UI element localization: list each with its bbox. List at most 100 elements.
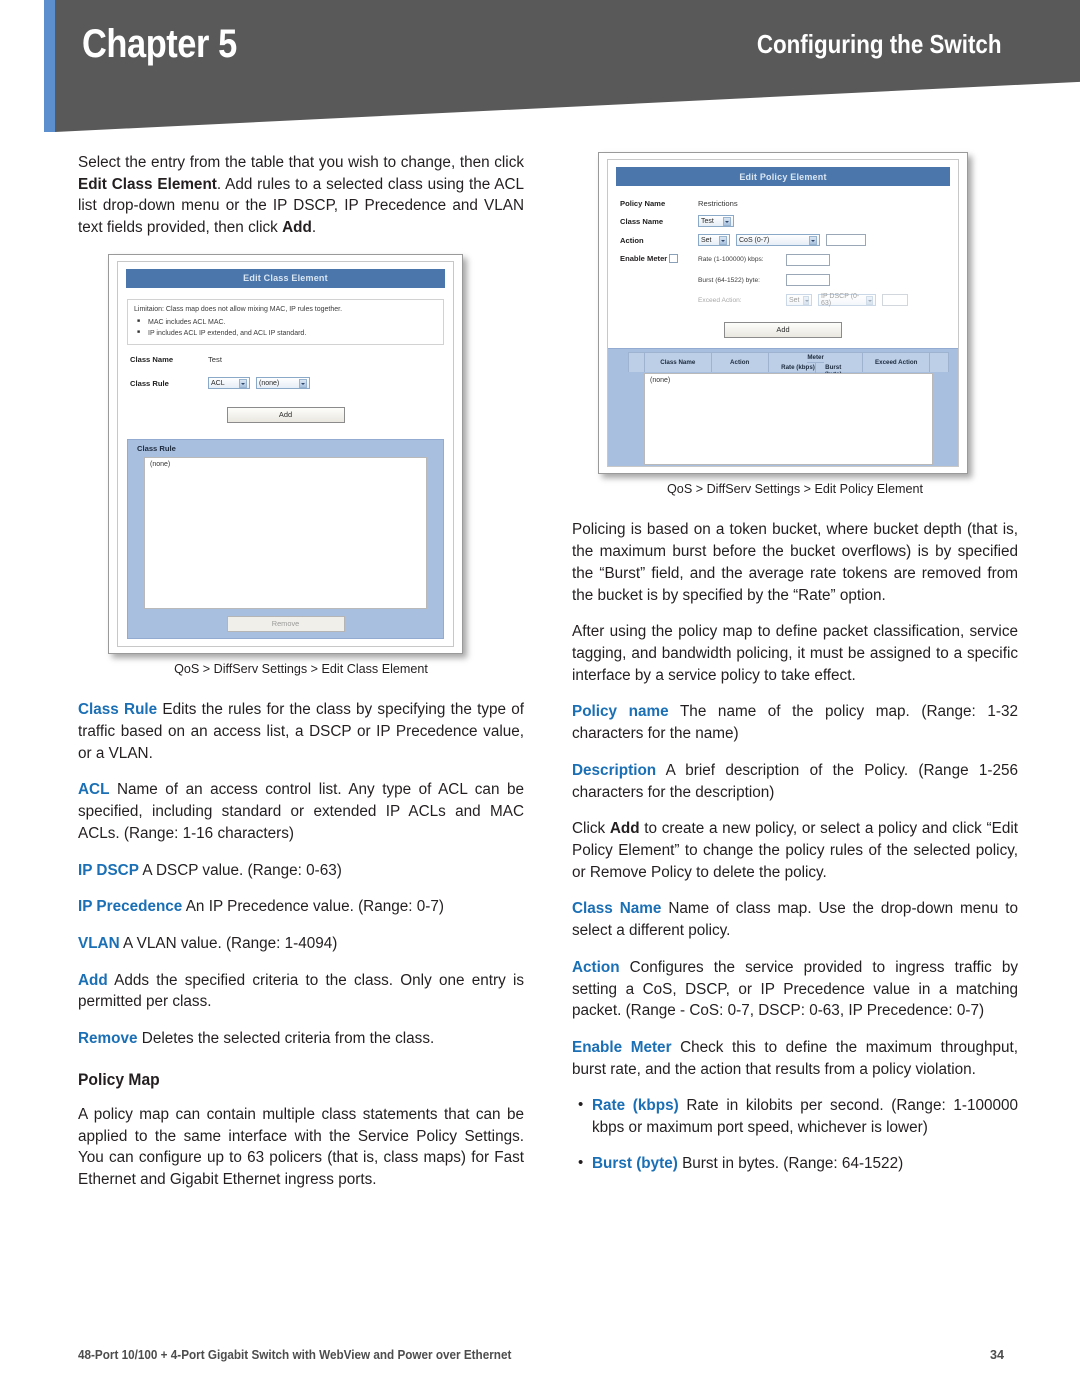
left-column: Select the entry from the table that you… bbox=[78, 152, 524, 1191]
burst-label: Burst (64-1522) byte: bbox=[698, 276, 760, 284]
meter-fields: Rate (1-100000) kbps: Burst (64-1522) by… bbox=[698, 254, 958, 307]
definition-text: A VLAN value. (Range: 1-4094) bbox=[119, 934, 338, 952]
burst-input[interactable] bbox=[786, 274, 830, 286]
policy-table-header-class-name: Class Name bbox=[645, 352, 712, 372]
action-label: Action bbox=[620, 235, 644, 245]
definition-remove: Remove Deletes the selected criteria fro… bbox=[78, 1028, 524, 1050]
definition-text: Adds the specified criteria to the class… bbox=[78, 971, 524, 1011]
action-mode-select[interactable]: Set bbox=[698, 234, 730, 246]
definition-enable-meter: Enable Meter Check this to define the ma… bbox=[572, 1037, 1018, 1080]
class-name-row: Class Name Test bbox=[130, 355, 453, 364]
click-add-text-2: to create a new policy, or select a poli… bbox=[572, 820, 1018, 881]
class-rule-list-item[interactable]: (none) bbox=[150, 461, 170, 468]
policy-remove-wrap: Remove bbox=[608, 464, 958, 468]
definition-term: Class Name bbox=[572, 900, 662, 918]
exceed-mode-value: Set bbox=[789, 296, 800, 304]
policy-table-row[interactable]: (none) bbox=[650, 377, 670, 384]
policy-table-header-spacer bbox=[930, 353, 948, 372]
policy-table-body[interactable]: (none) bbox=[644, 372, 933, 465]
limitation-note-intro: Limitaion: Class map does not allow mixi… bbox=[134, 305, 343, 313]
header-accent-strip bbox=[44, 0, 55, 132]
class-rule-panel: Class Rule (none) Remove bbox=[127, 438, 444, 639]
chevron-down-icon bbox=[299, 378, 307, 388]
policy-class-name-value: Test bbox=[701, 217, 714, 225]
policy-table-header-exceed-action: Exceed Action bbox=[863, 352, 930, 372]
class-rule-row: Class Rule ACL (none) bbox=[130, 377, 453, 390]
limitation-note-item: MAC includes ACL MAC. bbox=[137, 317, 437, 328]
definition-term: Enable Meter bbox=[572, 1039, 672, 1057]
policy-table-header-select bbox=[629, 352, 645, 372]
bullet-burst-byte: Burst (byte) Burst in bytes. (Range: 64-… bbox=[572, 1152, 1018, 1175]
definition-text: An IP Precedence value. (Range: 0-7) bbox=[182, 898, 444, 916]
chevron-down-icon bbox=[865, 295, 873, 305]
remove-button-wrap: Remove bbox=[128, 613, 443, 632]
intro-bold-add: Add bbox=[282, 219, 312, 237]
exceed-mode-select[interactable]: Set bbox=[786, 294, 812, 306]
figure-caption-edit-class-element: QoS > DiffServ Settings > Edit Class Ele… bbox=[174, 661, 428, 676]
definition-term: Class Rule bbox=[78, 701, 158, 719]
class-rule-type-select[interactable]: ACL bbox=[208, 377, 250, 390]
definition-acl: ACL Name of an access control list. Any … bbox=[78, 779, 524, 844]
definition-description: Description A brief description of the P… bbox=[572, 760, 1018, 803]
add-button-wrap: Add bbox=[118, 404, 453, 423]
service-policy-paragraph: After using the policy map to define pac… bbox=[572, 623, 1018, 684]
definition-text: A DSCP value. (Range: 0-63) bbox=[138, 861, 342, 879]
policy-add-button[interactable]: Add bbox=[724, 321, 842, 338]
action-value-input[interactable] bbox=[826, 234, 866, 246]
definition-term: IP DSCP bbox=[78, 861, 139, 879]
chapter-label: Chapter 5 bbox=[82, 22, 237, 66]
remove-button[interactable]: Remove bbox=[226, 615, 345, 632]
definition-class-rule: Class Rule Edits the rules for the class… bbox=[78, 699, 524, 764]
class-rule-acl-select[interactable]: (none) bbox=[256, 377, 310, 390]
chevron-down-icon bbox=[809, 235, 817, 245]
page-footer: 48-Port 10/100 + 4-Port Gigabit Switch w… bbox=[78, 1348, 1004, 1362]
policy-table-header-meter-label: Meter bbox=[807, 353, 824, 363]
click-add-bold: Add bbox=[609, 820, 640, 838]
chevron-down-icon bbox=[723, 216, 731, 226]
rate-input[interactable] bbox=[786, 254, 830, 266]
policy-name-value: Restrictions bbox=[698, 199, 738, 208]
intro-text-1: Select the entry from the table that you… bbox=[78, 154, 524, 171]
exceed-type-select[interactable]: IP DSCP (0-63) bbox=[818, 293, 876, 307]
exceed-action-row: Exceed Action: Set IP DSCP (0-63) bbox=[698, 293, 958, 307]
policy-table-header-meter: Meter Rate (kbps) Burst (byte) bbox=[769, 352, 864, 379]
definition-term: Description bbox=[572, 761, 657, 779]
definition-text: Deletes the selected criteria from the c… bbox=[137, 1030, 435, 1048]
action-type-select[interactable]: CoS (0-7) bbox=[736, 234, 820, 246]
policy-add-button-wrap: Add bbox=[608, 319, 958, 338]
action-type-value: CoS (0-7) bbox=[739, 236, 770, 244]
policy-class-name-select[interactable]: Test bbox=[698, 215, 734, 227]
add-button[interactable]: Add bbox=[226, 406, 345, 423]
class-rule-label: Class Rule bbox=[130, 378, 169, 388]
bullet-term: Burst (byte) bbox=[592, 1154, 678, 1172]
policy-table-header-action: Action bbox=[712, 352, 769, 372]
right-column: Edit Policy Element Policy Name Restrict… bbox=[572, 152, 1018, 1189]
policy-table-panel: Class Name Action Meter Rate (kbps) Burs… bbox=[608, 347, 958, 468]
chevron-down-icon bbox=[719, 235, 727, 245]
exceed-value-input[interactable] bbox=[882, 294, 908, 306]
definition-term: IP Precedence bbox=[78, 898, 183, 916]
bullet-term: Rate (kbps) bbox=[592, 1097, 679, 1115]
definition-add: Add Adds the specified criteria to the c… bbox=[78, 970, 524, 1013]
class-name-label: Class Name bbox=[130, 355, 174, 365]
definition-term: Action bbox=[572, 958, 620, 976]
enable-meter-checkbox[interactable] bbox=[669, 254, 679, 263]
class-rule-type-value: ACL bbox=[211, 379, 225, 387]
chevron-down-icon bbox=[802, 295, 809, 305]
edit-class-element-titlebar: Edit Class Element bbox=[126, 268, 445, 288]
action-mode-value: Set bbox=[701, 236, 712, 244]
class-rule-listbox[interactable]: (none) bbox=[144, 456, 427, 609]
burst-row: Burst (64-1522) byte: bbox=[698, 274, 958, 286]
definition-vlan: VLAN A VLAN value. (Range: 1-4094) bbox=[78, 933, 524, 955]
policy-table-header: Class Name Action Meter Rate (kbps) Burs… bbox=[628, 351, 949, 379]
policy-name-row: Policy Name Restrictions bbox=[620, 199, 958, 208]
click-add-text-1: Click bbox=[572, 820, 610, 838]
meter-section: Enable Meter Rate (1-100000) kbps: Burst… bbox=[620, 254, 958, 307]
definition-class-name: Class Name Name of class map. Use the dr… bbox=[572, 898, 1018, 941]
exceed-type-value: IP DSCP (0-63) bbox=[821, 293, 860, 307]
policy-remove-button[interactable]: Remove bbox=[724, 467, 842, 468]
definition-ip-dscp: IP DSCP A DSCP value. (Range: 0-63) bbox=[78, 860, 524, 882]
class-name-value: Test bbox=[208, 355, 222, 365]
definition-term: Policy name bbox=[572, 703, 669, 721]
class-rule-acl-value: (none) bbox=[259, 379, 280, 387]
